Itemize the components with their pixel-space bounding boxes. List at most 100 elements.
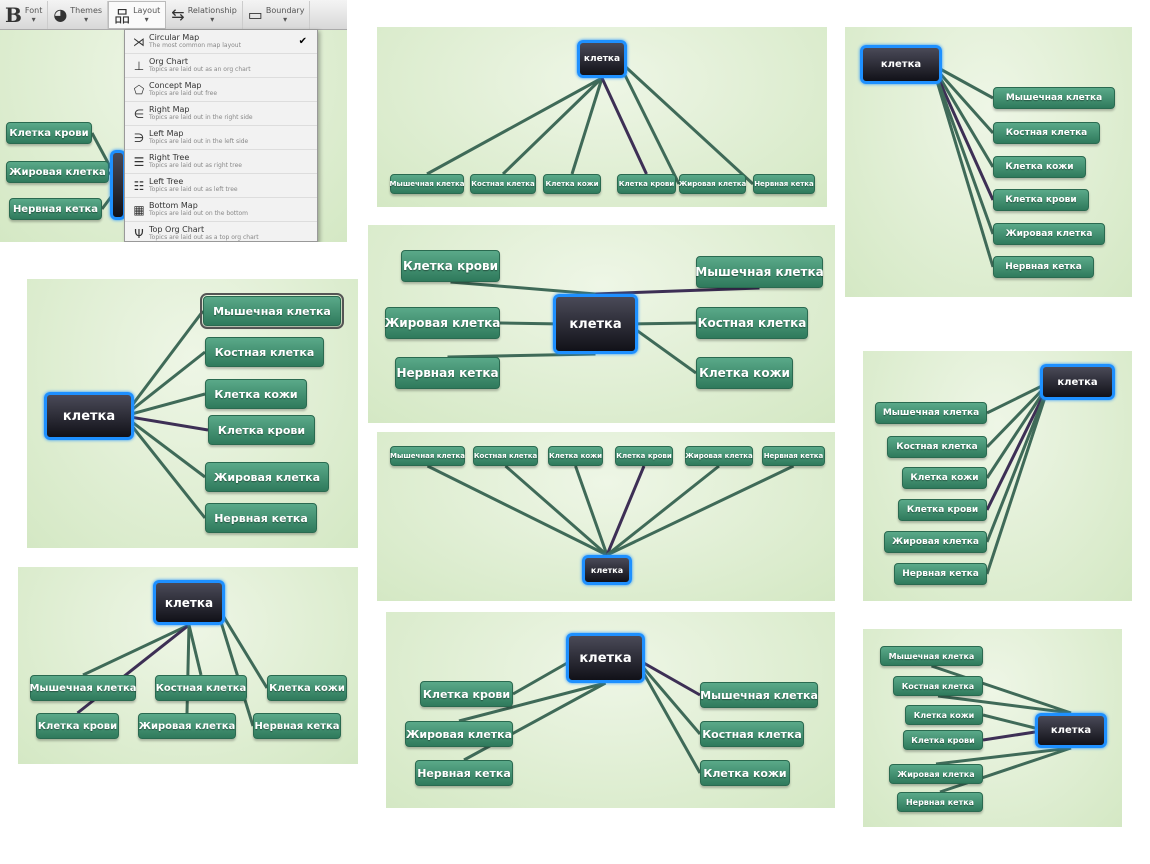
topic-node[interactable]: Костная клетка	[893, 676, 983, 696]
topic-node[interactable]: Нервная кетка	[993, 256, 1094, 278]
layout-menu-item[interactable]: Ψ Top Org Chart Topics are laid out as a t…	[125, 222, 317, 242]
topic-node[interactable]: Нервная кетка	[762, 446, 825, 466]
menu-item-description: Topics are laid out free	[149, 90, 218, 97]
layout-menu-item[interactable]: ▦ Bottom Map Topics are laid out on the bo…	[125, 198, 317, 222]
toolbar-button-relationship[interactable]: ⇆ Relationship ▾	[166, 0, 243, 29]
topic-node[interactable]: Нервная кетка	[894, 563, 987, 585]
central-topic[interactable]: клетка	[566, 633, 645, 683]
layout-menu-item[interactable]: ☰ Right Tree Topics are laid out as right …	[125, 150, 317, 174]
boundary-icon: ▭	[247, 5, 263, 24]
layout-menu-item[interactable]: ⋊ Circular Map The most common map layout ✔	[125, 30, 317, 54]
topic-node[interactable]: Жировая клетка	[679, 174, 746, 194]
topic-node[interactable]: Жировая клетка	[205, 462, 329, 492]
layout-menu-item[interactable]: ☷ Left Tree Topics are laid out as left tr…	[125, 174, 317, 198]
topic-node[interactable]: Мышечная клетка	[390, 174, 464, 194]
toolbar-button-boundary[interactable]: ▭ Boundary ▾	[243, 0, 311, 29]
mind-map-panel: Клетка крови Жировая клетка Нервная кетка М…	[368, 225, 835, 423]
central-topic[interactable]: клетка	[44, 392, 134, 440]
topic-node[interactable]: Клетка крови	[615, 446, 673, 466]
topic-node[interactable]: Клетка кожи	[905, 705, 983, 725]
connector-line	[187, 624, 203, 676]
mind-map-panel: Мышечная клетка Костная клетка Клетка кожи…	[27, 279, 358, 548]
layout-menu-item[interactable]: ∋ Left Map Topics are laid out in the left…	[125, 126, 317, 150]
central-topic[interactable]: клетка	[553, 294, 638, 354]
topic-node[interactable]: Костная клетка	[696, 307, 808, 339]
layout-menu-item[interactable]: ⬠ Concept Map Topics are laid out free	[125, 78, 317, 102]
central-topic[interactable]: клетка	[153, 580, 225, 625]
toolbar-button-layout[interactable]: 品 Layout ▾	[108, 0, 167, 29]
topic-node[interactable]: Клетка кожи	[548, 446, 603, 466]
topic-node[interactable]: Мышечная клетка	[875, 402, 987, 424]
topic-node[interactable]: Мышечная клетка	[993, 87, 1115, 109]
topic-node[interactable]: Клетка крови	[401, 250, 500, 282]
toolbar-button-font[interactable]: B Font ▾	[0, 0, 49, 29]
topic-node[interactable]: Жировая клетка	[138, 713, 236, 739]
layout-menu-item[interactable]: ⊥ Org Chart Topics are laid out as an org …	[125, 54, 317, 78]
topic-node[interactable]: Жировая клетка	[405, 721, 513, 747]
topic-node[interactable]: Клетка кожи	[543, 174, 601, 194]
mind-map-panel: Мышечная клетка Костная клетка Клетка кожи…	[845, 27, 1132, 297]
topic-node[interactable]: Клетка кожи	[902, 467, 987, 489]
topic-node[interactable]: Клетка крови	[420, 681, 513, 707]
topic-node[interactable]: Клетка кожи	[696, 357, 793, 389]
topic-node[interactable]: Костная клетка	[993, 122, 1100, 144]
checkmark-icon: ✔	[298, 36, 307, 47]
menu-item-title: Circular Map	[149, 33, 200, 42]
topic-node[interactable]: Жировая клетка	[6, 161, 109, 183]
topic-node[interactable]: Мышечная клетка	[695, 256, 824, 288]
topic-node[interactable]: Клетка кожи	[205, 379, 307, 409]
connector-line	[615, 58, 681, 185]
central-topic[interactable]: клетка	[577, 40, 627, 78]
top-org-chart-icon: Ψ	[134, 226, 144, 241]
topic-node[interactable]: Нервная кетка	[897, 792, 983, 812]
connector-line	[615, 57, 755, 186]
central-topic[interactable]: клетка	[860, 45, 942, 84]
central-topic[interactable]: клетка	[1040, 364, 1115, 400]
topic-node[interactable]: Костная клетка	[155, 675, 247, 701]
topic-node[interactable]: Мышечная клетка	[880, 646, 983, 666]
topic-node[interactable]: Мышечная клетка	[29, 675, 137, 701]
topic-node[interactable]: Костная клетка	[470, 174, 536, 194]
topic-node[interactable]: Жировая клетка	[884, 531, 987, 553]
toolbar-button-themes[interactable]: ◕ Themes ▾	[48, 0, 109, 29]
topic-node[interactable]: Жировая клетка	[993, 223, 1105, 245]
topic-node[interactable]: Нервная кетка	[753, 174, 815, 194]
connector-line	[930, 63, 995, 201]
topic-node[interactable]: Нервная кетка	[9, 198, 102, 220]
topic-node[interactable]: Костная клетка	[205, 337, 324, 367]
topic-node[interactable]: Клетка крови	[208, 415, 315, 445]
topic-node[interactable]: Костная клетка	[887, 436, 987, 458]
toolbar-button-label: Font	[24, 5, 43, 15]
topic-node[interactable]: Мышечная клетка	[200, 293, 344, 329]
topic-node[interactable]: Клетка крови	[6, 122, 92, 144]
topic-node[interactable]: Клетка кожи	[267, 675, 347, 701]
topic-node[interactable]: Клетка крови	[617, 174, 676, 194]
topic-node[interactable]: Клетка кожи	[993, 156, 1086, 178]
topic-node[interactable]: Нервная кетка	[205, 503, 317, 533]
topic-node[interactable]: Клетка крови	[903, 730, 983, 750]
mind-map-panel: Клетка крови Жировая клетка Нервная кетка М…	[386, 612, 835, 808]
topic-node[interactable]: Нервная кетка	[253, 713, 341, 739]
topic-node[interactable]: Жировая клетка	[685, 446, 753, 466]
palette-icon: ◕	[53, 5, 68, 24]
topic-node[interactable]: Жировая клетка	[889, 764, 983, 784]
layout-menu-item[interactable]: ∈ Right Map Topics are laid out in the rig…	[125, 102, 317, 126]
mind-map-panel: Мышечная клетка Костная клетка Клетка кожи…	[377, 27, 827, 207]
connector-line	[627, 322, 697, 375]
menu-item-description: The most common map layout	[149, 42, 241, 49]
topic-node[interactable]: Мышечная клетка	[700, 682, 818, 708]
connector-line	[930, 64, 995, 268]
topic-node[interactable]: Клетка крови	[898, 499, 987, 521]
topic-node[interactable]: Нервная кетка	[395, 357, 500, 389]
topic-node[interactable]: Мышечная клетка	[390, 446, 465, 466]
central-topic[interactable]: клетка	[1035, 713, 1107, 748]
topic-node[interactable]: Клетка кожи	[700, 760, 790, 786]
topic-node[interactable]: Жировая клетка	[385, 307, 500, 339]
central-topic[interactable]: клетка	[582, 555, 632, 585]
connector-line	[123, 414, 209, 432]
topic-node[interactable]: Клетка крови	[36, 713, 119, 739]
topic-node[interactable]: Костная клетка	[473, 446, 538, 466]
topic-node[interactable]: Клетка крови	[993, 189, 1089, 211]
topic-node[interactable]: Костная клетка	[700, 721, 804, 747]
topic-node[interactable]: Нервная кетка	[415, 760, 513, 786]
